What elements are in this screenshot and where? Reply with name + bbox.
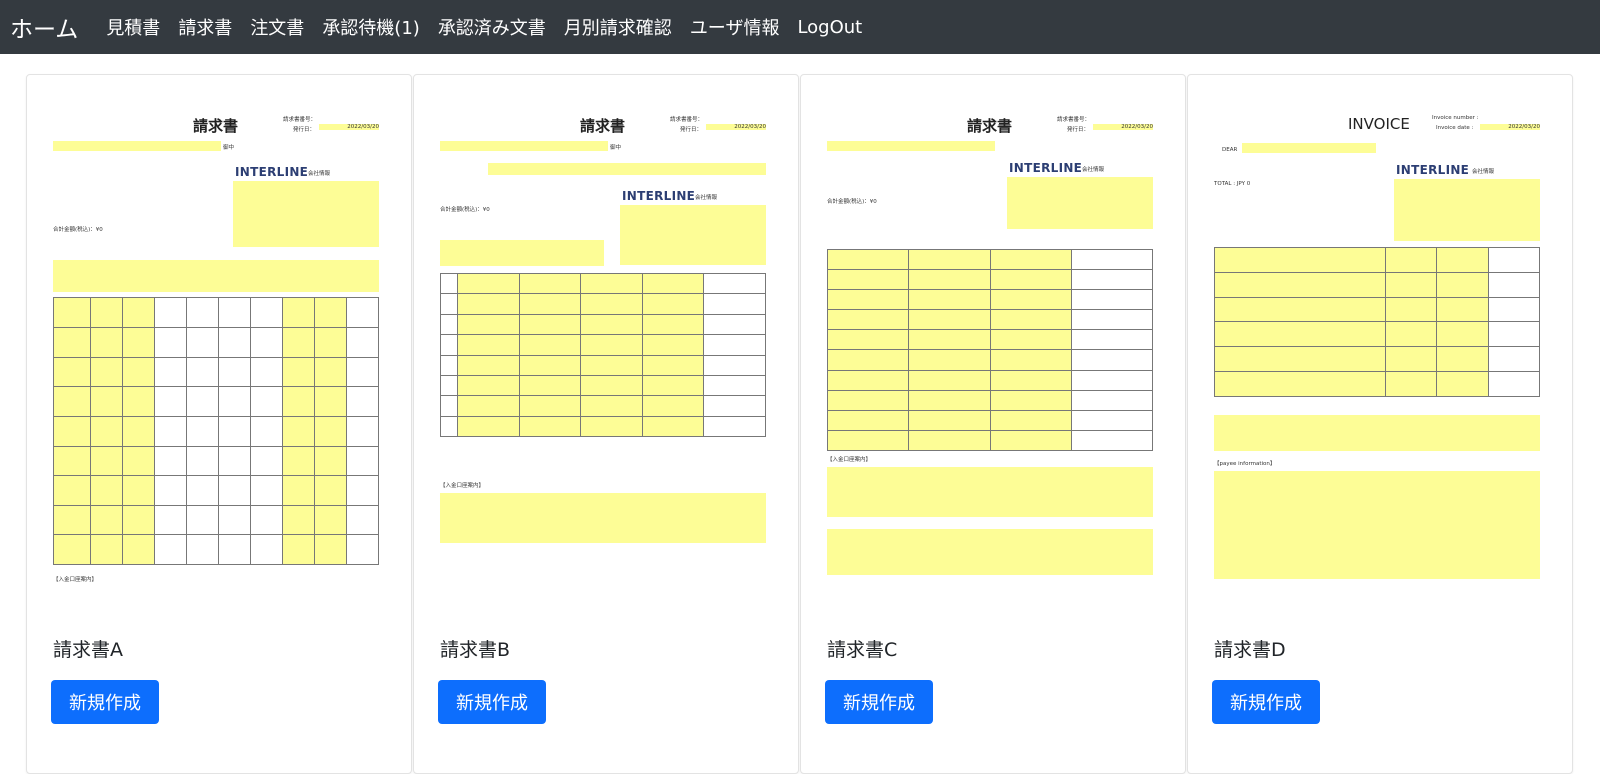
new-invoice-a-button[interactable]: 新規作成 [51,680,159,724]
nav-pending-approval[interactable]: 承認待機(1) [322,14,420,40]
preview-title: INVOICE [1348,115,1410,133]
invoice-b-preview: 請求書 請求書番号： 発行日： 2022/03/20 御中 INTERLINE … [440,105,774,585]
template-card-b: 請求書 請求書番号： 発行日： 2022/03/20 御中 INTERLINE … [413,74,799,774]
preview-table [53,297,379,565]
top-navbar: ホーム 見積書 請求書 注文書 承認待機(1) 承認済み文書 月別請求確認 ユー… [0,0,1600,54]
nav-order[interactable]: 注文書 [250,14,304,40]
nav-user-info[interactable]: ユーザ情報 [690,14,780,40]
invoice-d-preview: INVOICE Invoice number : Invoice date : … [1214,105,1548,585]
template-card-a: 請求書 請求書番号： 発行日： 2022/03/20 御中 INTERLINE … [26,74,412,774]
invoice-c-preview: 請求書 請求書番号： 発行日： 2022/03/20 INTERLINE 会社情… [826,105,1161,585]
template-card-list: 請求書 請求書番号： 発行日： 2022/03/20 御中 INTERLINE … [26,74,1574,774]
preview-title: 請求書 [193,117,239,135]
nav-monthly-billing[interactable]: 月別請求確認 [564,14,672,40]
preview-title: 請求書 [580,117,626,135]
card-title: 請求書C [827,639,898,661]
nav-home-link[interactable]: ホーム [10,10,78,44]
interline-logo: INTERLINE [622,189,696,203]
nav-approved-docs[interactable]: 承認済み文書 [438,14,546,40]
card-title: 請求書A [53,639,123,661]
nav-logout[interactable]: LogOut [797,17,862,38]
card-title: 請求書B [440,639,511,661]
new-invoice-d-button[interactable]: 新規作成 [1212,680,1320,724]
preview-table [440,272,766,438]
nav-invoice[interactable]: 請求書 [178,14,232,40]
interline-logo: INTERLINE [1396,163,1470,177]
new-invoice-b-button[interactable]: 新規作成 [438,680,546,724]
template-card-d: INVOICE Invoice number : Invoice date : … [1187,74,1573,774]
invoice-a-preview: 請求書 請求書番号： 発行日： 2022/03/20 御中 INTERLINE … [53,117,379,583]
interline-logo: INTERLINE [1009,161,1083,175]
nav-estimate[interactable]: 見積書 [106,14,160,40]
template-card-c: 請求書 請求書番号： 発行日： 2022/03/20 INTERLINE 会社情… [800,74,1186,774]
preview-table [1214,247,1541,397]
preview-table [826,248,1154,452]
preview-title: 請求書 [967,117,1013,135]
new-invoice-c-button[interactable]: 新規作成 [825,680,933,724]
interline-logo: INTERLINE [235,165,309,179]
card-title: 請求書D [1214,639,1286,661]
